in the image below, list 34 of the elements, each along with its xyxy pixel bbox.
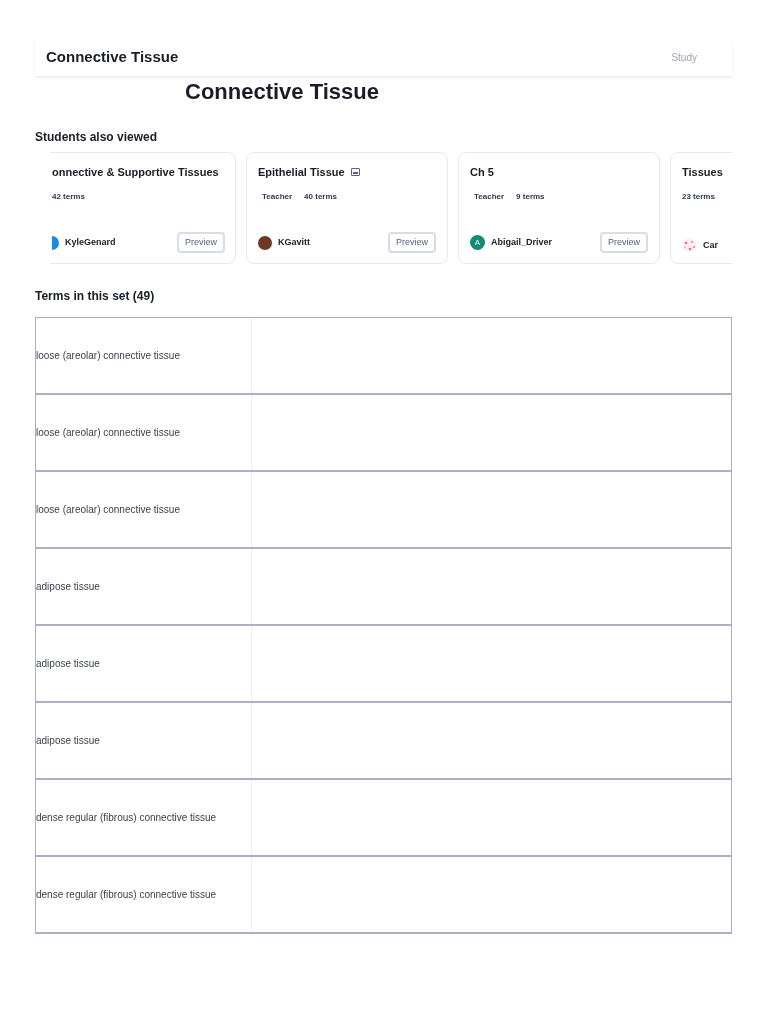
set-card[interactable]: Tissues 23 terms Car <box>670 152 732 264</box>
set-card[interactable]: Epithelial Tissue Teacher 40 terms KGavitt Preview <box>246 152 448 264</box>
card-title: onnective & Supportive Tissues <box>52 164 219 180</box>
preview-button[interactable]: Preview <box>600 232 648 253</box>
term-count: 23 terms <box>682 191 715 203</box>
section-heading: Students also viewed <box>35 129 159 145</box>
author-name[interactable]: KyleGenard <box>65 235 116 250</box>
card-title: Tissues <box>682 164 723 180</box>
term-text: dense regular (fibrous) connective tissue <box>36 811 217 825</box>
avatar-icon: A <box>470 235 485 250</box>
term-text: dense regular (fibrous) connective tissue <box>36 888 217 902</box>
header-title: Connective Tissue <box>46 46 179 67</box>
card-title: Ch 5 <box>470 164 494 180</box>
term-count: 40 terms <box>304 191 337 203</box>
set-card[interactable]: Ch 5 Teacher 9 terms A Abigail_Driver Preview <box>458 152 660 264</box>
term-text: loose (areolar) connective tissue <box>36 349 180 363</box>
term-text: loose (areolar) connective tissue <box>36 503 180 517</box>
set-card[interactable]: onnective & Supportive Tissues 42 terms KyleGenard Preview <box>50 152 236 264</box>
preview-button[interactable]: Preview <box>388 232 436 253</box>
teacher-label: Teacher <box>262 191 293 203</box>
term-text: adipose tissue <box>36 580 100 594</box>
term-count: 9 terms <box>516 191 545 203</box>
term-text: adipose tissue <box>36 734 100 748</box>
term-count: 42 terms <box>52 191 85 203</box>
term-text: adipose tissue <box>36 657 100 671</box>
card-title: Epithelial Tissue <box>258 164 345 180</box>
author-name[interactable]: KGavitt <box>278 235 310 250</box>
author-name[interactable]: Car <box>703 238 718 253</box>
page-title: Connective Tissue <box>185 78 379 105</box>
preview-button[interactable]: Preview <box>177 232 225 253</box>
teacher-label: Teacher <box>474 191 505 203</box>
term-text: loose (areolar) connective tissue <box>36 426 180 440</box>
author-name[interactable]: Abigail_Driver <box>491 235 553 250</box>
section-heading: Terms in this set (49) <box>35 288 156 304</box>
